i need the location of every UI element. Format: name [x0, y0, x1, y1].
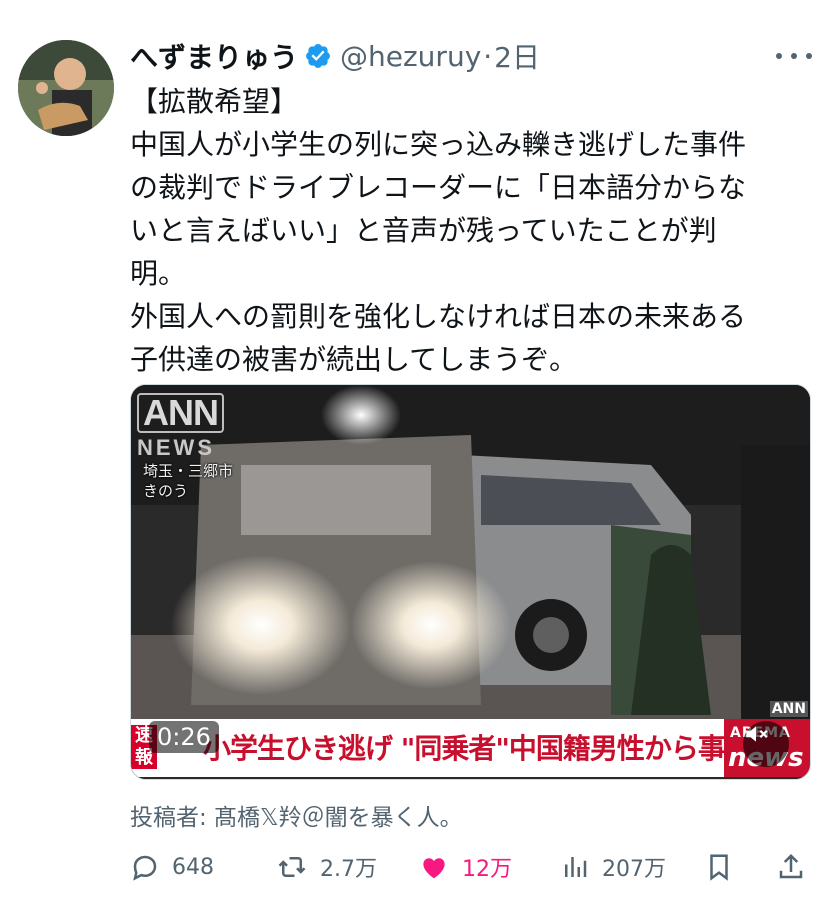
post-text-line: 外国人への罰則を強化しなければ日本の未来ある: [130, 300, 747, 333]
ann-logo-top: ANN: [137, 393, 224, 433]
share-icon: [779, 853, 803, 879]
video-credit[interactable]: 投稿者: 髙橋𝕏羚＠闇を暴く人。: [130, 798, 463, 832]
like-icon: [423, 858, 445, 879]
reply-button[interactable]: 648: [130, 845, 214, 889]
avatar[interactable]: [18, 40, 114, 136]
ann-news-logo: ANN NEWS: [137, 393, 224, 459]
post-text-line: いと言えばいい」と音声が残っていたことが判: [130, 214, 717, 247]
date-line: きのう: [143, 482, 189, 500]
like-button[interactable]: 12万: [418, 845, 512, 889]
post-time[interactable]: 2日: [494, 36, 540, 76]
like-count: 12万: [462, 857, 512, 882]
bookmark-icon: [710, 854, 728, 881]
user-handle[interactable]: @hezuruy: [340, 40, 481, 73]
post-header: へずまりゅう @hezuruy · 2日: [130, 36, 540, 76]
separator: ·: [483, 39, 493, 73]
post-text-line: 【拡散希望】: [130, 85, 299, 118]
action-bar: 648 2.7万 12万 207万: [130, 845, 810, 889]
video-duration: 0:26: [149, 721, 219, 753]
video-player[interactable]: ANN NEWS 埼玉・三郷市 きのう ANN 速報 小学生ひき逃げ "同乗者"…: [130, 384, 811, 780]
repost-icon: [278, 857, 306, 877]
views-icon: [565, 857, 587, 877]
reply-icon: [133, 855, 157, 881]
share-button[interactable]: [776, 845, 818, 889]
news-banner: 速報 小学生ひき逃げ "同乗者"中国籍男性から事情聴く ABEMA news: [131, 719, 810, 777]
repost-button[interactable]: 2.7万: [276, 845, 377, 889]
more-icon[interactable]: [776, 46, 812, 66]
news-headline: 小学生ひき逃げ "同乗者"中国籍男性から事情聴く: [203, 732, 807, 765]
views-button[interactable]: 207万: [560, 845, 666, 889]
post-text-line: 子供達の被害が続出してしまうぞ。: [130, 343, 578, 376]
post-text-line: 中国人が小学生の列に突っ込み轢き逃げした事件: [130, 128, 747, 161]
verified-badge-icon[interactable]: [304, 42, 332, 70]
ann-small-logo: ANN: [769, 701, 808, 717]
location-caption: 埼玉・三郷市 きのう: [143, 461, 233, 501]
ann-logo-bottom: NEWS: [137, 435, 215, 460]
repost-count: 2.7万: [320, 857, 377, 882]
views-count: 207万: [602, 857, 666, 882]
location-line: 埼玉・三郷市: [143, 462, 234, 480]
reply-count: 648: [172, 854, 214, 880]
avatar-image: [18, 40, 114, 136]
bookmark-button[interactable]: [704, 845, 746, 889]
post-text-line: 明。: [130, 257, 187, 290]
post-text-line: の裁判でドライブレコーダーに「日本語分からな: [130, 171, 747, 204]
display-name[interactable]: へずまりゅう: [130, 36, 298, 76]
mute-icon[interactable]: [743, 721, 789, 767]
post-text: 【拡散希望】 中国人が小学生の列に突っ込み轢き逃げした事件 の裁判でドライブレコ…: [130, 80, 810, 381]
